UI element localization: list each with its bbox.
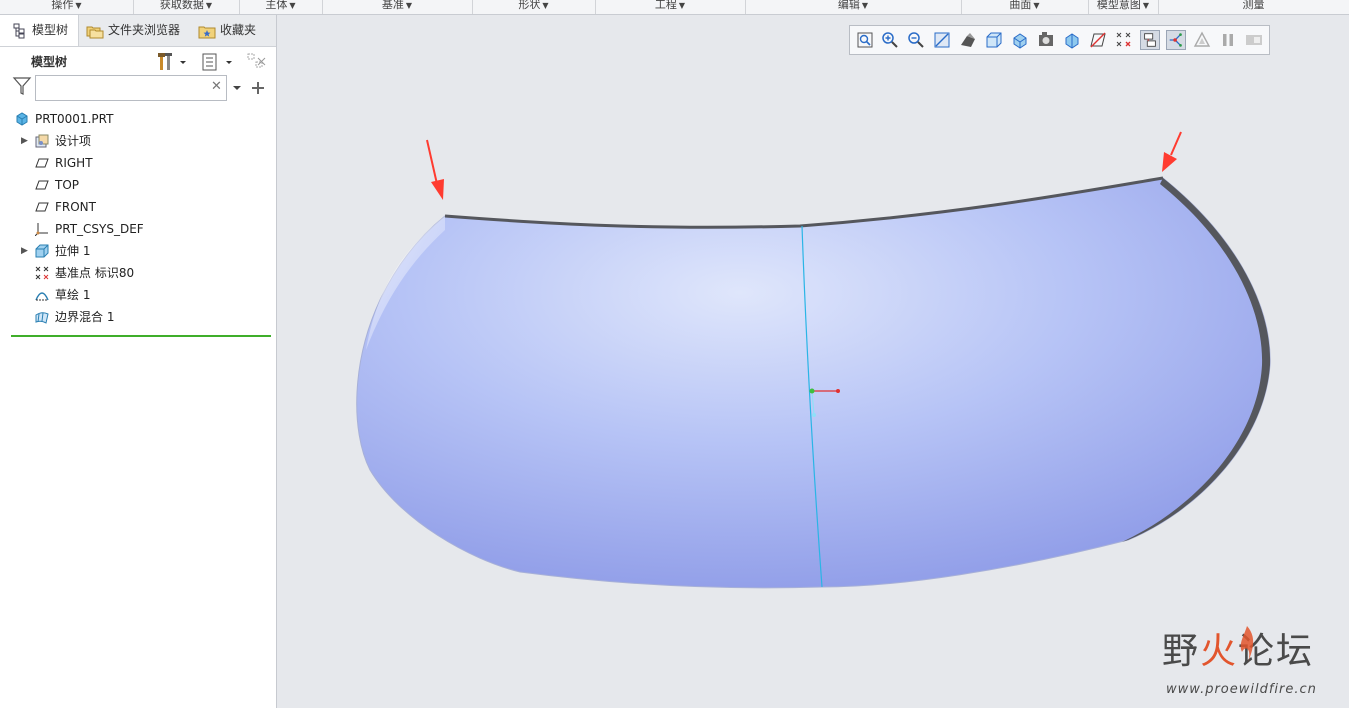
chevron-down-icon: ▼	[678, 1, 686, 10]
expand-arrow-icon[interactable]: ▶	[21, 130, 28, 152]
panel-title: 模型树	[31, 55, 68, 69]
chevron-down-icon: ▼	[1033, 1, 1040, 10]
chevron-down-icon: ▼	[205, 1, 213, 10]
ribbon-group-datum[interactable]: 基准 ▼	[322, 0, 473, 14]
repaint-icon[interactable]	[932, 30, 952, 50]
boundary-blend-icon	[35, 312, 49, 324]
zoom-in-icon[interactable]	[880, 30, 900, 50]
design-items-icon	[35, 134, 49, 148]
point-display-icon[interactable]	[1114, 30, 1134, 50]
section-icon[interactable]	[1062, 30, 1082, 50]
view-manager-icon[interactable]	[1010, 30, 1030, 50]
ribbon-group-operations[interactable]: 操作 ▼	[0, 0, 134, 14]
part-icon	[16, 112, 28, 126]
watermark-url: www.proewildfire.cn	[1166, 682, 1317, 697]
ribbon: 操作 ▼ 获取数据 ▼ 主体 ▼ 基准 ▼ 形状 ▼ 工程 ▼ 编辑 ▼ 曲面 ▼ 模型意图 ▼ …	[0, 0, 1349, 15]
graphics-window[interactable]	[277, 15, 1349, 708]
ribbon-group-get-data[interactable]: 获取数据 ▼	[133, 0, 240, 14]
datum-display-icon[interactable]	[1088, 30, 1108, 50]
datum-plane-icon	[35, 202, 49, 212]
datum-plane-icon	[35, 180, 49, 190]
ribbon-group-surfaces[interactable]: 曲面 ▼	[961, 0, 1089, 14]
datum-point-icon	[35, 266, 49, 280]
expand-arrow-icon[interactable]: ▶	[21, 240, 28, 262]
filter-icon[interactable]	[12, 75, 32, 97]
datum-plane-icon	[35, 158, 49, 168]
display-style-icon[interactable]	[958, 30, 978, 50]
watermark-logo: 野火论坛 www.proewildfire.cn	[1160, 622, 1340, 702]
ribbon-group-measure[interactable]: 测量	[1158, 0, 1349, 14]
chevron-down-icon: ▼	[1142, 1, 1150, 10]
flame-icon	[1240, 626, 1254, 662]
chevron-down-icon: ▼	[75, 1, 82, 10]
graphics-toolbar	[849, 25, 1270, 55]
ribbon-group-model-intent[interactable]: 模型意图 ▼	[1088, 0, 1159, 14]
annotation-display-icon[interactable]	[1140, 30, 1160, 50]
model-display-icon[interactable]	[1192, 30, 1212, 50]
chevron-down-icon: ▼	[289, 1, 296, 10]
tree-filters-icon[interactable]	[246, 52, 268, 72]
tree-search-input[interactable]	[35, 75, 227, 101]
tab-model-tree[interactable]: 模型树	[0, 15, 79, 46]
chevron-down-icon: ▼	[405, 1, 413, 10]
coordinate-system-icon	[35, 223, 48, 236]
add-icon[interactable]	[251, 81, 265, 95]
clear-search-icon[interactable]: ✕	[211, 79, 222, 94]
saved-orientations-icon[interactable]	[984, 30, 1004, 50]
zoom-out-icon[interactable]	[906, 30, 926, 50]
folder-browser-icon	[86, 26, 104, 38]
refit-icon[interactable]	[855, 30, 875, 50]
search-dropdown-icon[interactable]	[232, 83, 242, 93]
perspective-icon[interactable]	[1036, 30, 1056, 50]
ribbon-group-editing[interactable]: 编辑 ▼	[745, 0, 962, 14]
navigator-tabs: 模型树 文件夹浏览器 收藏夹	[0, 15, 276, 47]
model-tree-icon	[13, 23, 25, 38]
tab-favorites[interactable]: 收藏夹	[198, 15, 268, 46]
extrude-icon	[35, 244, 49, 258]
ribbon-group-shapes[interactable]: 形状 ▼	[472, 0, 596, 14]
ribbon-group-engineering[interactable]: 工程 ▼	[595, 0, 746, 14]
insert-here-marker[interactable]	[11, 335, 271, 337]
chevron-down-icon: ▼	[861, 1, 869, 10]
chevron-down-icon: ▼	[542, 1, 549, 10]
tab-folder-browser[interactable]: 文件夹浏览器	[86, 15, 194, 46]
ribbon-group-body[interactable]: 主体 ▼	[239, 0, 323, 14]
spin-center-icon[interactable]	[1166, 30, 1186, 50]
settings-tools-icon[interactable]	[158, 52, 188, 72]
appearance-icon[interactable]	[1244, 30, 1264, 50]
pause-icon[interactable]	[1218, 30, 1238, 50]
show-options-icon[interactable]	[200, 52, 236, 72]
navigator-panel: 模型树 文件夹浏览器 收藏夹 模型树 ✕ PRT0001.PRT ▶ 设计项 R…	[0, 15, 277, 708]
favorites-icon	[198, 26, 216, 38]
sketch-icon	[35, 292, 49, 301]
